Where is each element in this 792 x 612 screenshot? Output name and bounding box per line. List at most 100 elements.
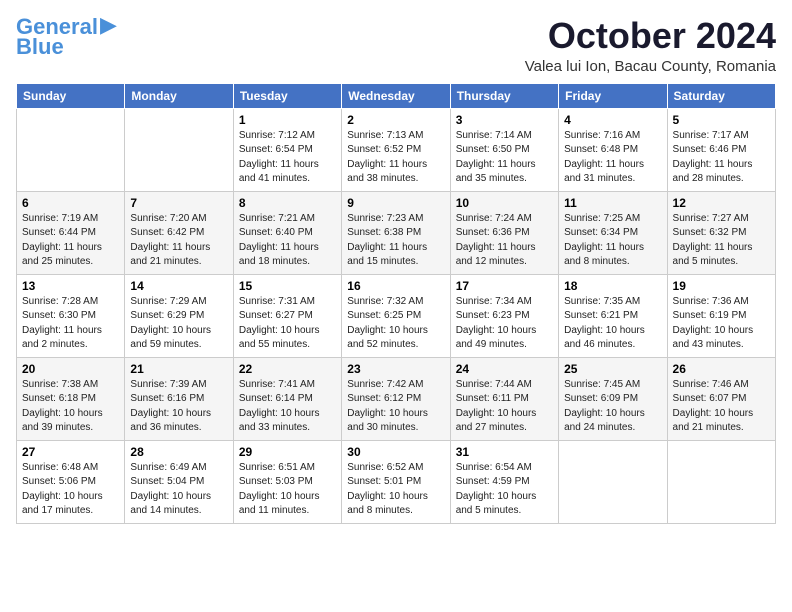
title-block: October 2024 Valea lui Ion, Bacau County… bbox=[525, 16, 776, 75]
day-number: 8 bbox=[239, 196, 336, 210]
day-info: Sunrise: 7:35 AM Sunset: 6:21 PM Dayligh… bbox=[564, 295, 661, 353]
day-info: Sunrise: 7:31 AM Sunset: 6:27 PM Dayligh… bbox=[239, 295, 336, 353]
day-info: Sunrise: 6:49 AM Sunset: 5:04 PM Dayligh… bbox=[130, 461, 227, 519]
day-number: 24 bbox=[456, 362, 553, 376]
logo-blue-text: Blue bbox=[16, 36, 64, 58]
calendar-cell: 11 Sunrise: 7:25 AM Sunset: 6:34 PM Dayli… bbox=[559, 191, 667, 274]
calendar-cell: 12 Sunrise: 7:27 AM Sunset: 6:32 PM Dayli… bbox=[667, 191, 775, 274]
day-number: 9 bbox=[347, 196, 444, 210]
day-number: 3 bbox=[456, 113, 553, 127]
calendar-cell: 27 Sunrise: 6:48 AM Sunset: 5:06 PM Dayli… bbox=[17, 440, 125, 523]
calendar-cell: 15 Sunrise: 7:31 AM Sunset: 6:27 PM Dayli… bbox=[233, 274, 341, 357]
calendar-cell: 6 Sunrise: 7:19 AM Sunset: 6:44 PM Daylig… bbox=[17, 191, 125, 274]
day-info: Sunrise: 6:54 AM Sunset: 4:59 PM Dayligh… bbox=[456, 461, 553, 519]
calendar-cell: 16 Sunrise: 7:32 AM Sunset: 6:25 PM Dayli… bbox=[342, 274, 450, 357]
calendar-cell: 20 Sunrise: 7:38 AM Sunset: 6:18 PM Dayli… bbox=[17, 357, 125, 440]
calendar-week-1: 1Sunrise: 7:12 AM Sunset: 6:54 PM Daylig… bbox=[17, 108, 776, 191]
calendar-cell: 23Sunrise: 7:42 AM Sunset: 6:12 PM Dayli… bbox=[342, 357, 450, 440]
calendar-week-5: 27 Sunrise: 6:48 AM Sunset: 5:06 PM Dayli… bbox=[17, 440, 776, 523]
day-info: Sunrise: 7:23 AM Sunset: 6:38 PM Dayligh… bbox=[347, 212, 444, 270]
day-number: 2 bbox=[347, 113, 444, 127]
day-number: 5 bbox=[673, 113, 770, 127]
header-wednesday: Wednesday bbox=[342, 83, 450, 108]
day-info: Sunrise: 7:24 AM Sunset: 6:36 PM Dayligh… bbox=[456, 212, 553, 270]
calendar-cell: 1Sunrise: 7:12 AM Sunset: 6:54 PM Daylig… bbox=[233, 108, 341, 191]
day-info: Sunrise: 7:27 AM Sunset: 6:32 PM Dayligh… bbox=[673, 212, 770, 270]
calendar-cell bbox=[125, 108, 233, 191]
calendar-week-3: 13Sunrise: 7:28 AM Sunset: 6:30 PM Dayli… bbox=[17, 274, 776, 357]
day-number: 18 bbox=[564, 279, 661, 293]
day-info: Sunrise: 7:21 AM Sunset: 6:40 PM Dayligh… bbox=[239, 212, 336, 270]
day-info: Sunrise: 7:25 AM Sunset: 6:34 PM Dayligh… bbox=[564, 212, 661, 270]
calendar-cell: 2 Sunrise: 7:13 AM Sunset: 6:52 PM Daylig… bbox=[342, 108, 450, 191]
day-info: Sunrise: 7:41 AM Sunset: 6:14 PM Dayligh… bbox=[239, 378, 336, 436]
page-header: General ▶ Blue October 2024 Valea lui Io… bbox=[16, 16, 776, 75]
calendar-cell: 4Sunrise: 7:16 AM Sunset: 6:48 PM Daylig… bbox=[559, 108, 667, 191]
day-number: 19 bbox=[673, 279, 770, 293]
day-info: Sunrise: 7:44 AM Sunset: 6:11 PM Dayligh… bbox=[456, 378, 553, 436]
calendar-cell: 25Sunrise: 7:45 AM Sunset: 6:09 PM Dayli… bbox=[559, 357, 667, 440]
day-info: Sunrise: 7:39 AM Sunset: 6:16 PM Dayligh… bbox=[130, 378, 227, 436]
calendar-cell: 21 Sunrise: 7:39 AM Sunset: 6:16 PM Dayli… bbox=[125, 357, 233, 440]
day-info: Sunrise: 7:20 AM Sunset: 6:42 PM Dayligh… bbox=[130, 212, 227, 270]
day-number: 12 bbox=[673, 196, 770, 210]
calendar-header: Sunday Monday Tuesday Wednesday Thursday… bbox=[17, 83, 776, 108]
calendar-cell: 8 Sunrise: 7:21 AM Sunset: 6:40 PM Daylig… bbox=[233, 191, 341, 274]
header-tuesday: Tuesday bbox=[233, 83, 341, 108]
day-number: 31 bbox=[456, 445, 553, 459]
calendar-cell: 7Sunrise: 7:20 AM Sunset: 6:42 PM Daylig… bbox=[125, 191, 233, 274]
calendar-cell bbox=[559, 440, 667, 523]
day-number: 29 bbox=[239, 445, 336, 459]
day-number: 14 bbox=[130, 279, 227, 293]
header-monday: Monday bbox=[125, 83, 233, 108]
header-row: Sunday Monday Tuesday Wednesday Thursday… bbox=[17, 83, 776, 108]
calendar-cell: 31 Sunrise: 6:54 AM Sunset: 4:59 PM Dayli… bbox=[450, 440, 558, 523]
day-info: Sunrise: 7:28 AM Sunset: 6:30 PM Dayligh… bbox=[22, 295, 119, 353]
calendar-week-4: 20 Sunrise: 7:38 AM Sunset: 6:18 PM Dayli… bbox=[17, 357, 776, 440]
month-title: October 2024 bbox=[525, 16, 776, 56]
day-number: 25 bbox=[564, 362, 661, 376]
day-number: 17 bbox=[456, 279, 553, 293]
day-info: Sunrise: 7:36 AM Sunset: 6:19 PM Dayligh… bbox=[673, 295, 770, 353]
calendar-cell: 22 Sunrise: 7:41 AM Sunset: 6:14 PM Dayli… bbox=[233, 357, 341, 440]
day-number: 26 bbox=[673, 362, 770, 376]
day-number: 28 bbox=[130, 445, 227, 459]
header-thursday: Thursday bbox=[450, 83, 558, 108]
day-number: 15 bbox=[239, 279, 336, 293]
calendar-table: Sunday Monday Tuesday Wednesday Thursday… bbox=[16, 83, 776, 524]
day-info: Sunrise: 7:13 AM Sunset: 6:52 PM Dayligh… bbox=[347, 129, 444, 187]
calendar-cell: 17 Sunrise: 7:34 AM Sunset: 6:23 PM Dayli… bbox=[450, 274, 558, 357]
logo-bird-icon: ▶ bbox=[100, 12, 117, 38]
day-number: 20 bbox=[22, 362, 119, 376]
day-info: Sunrise: 6:48 AM Sunset: 5:06 PM Dayligh… bbox=[22, 461, 119, 519]
day-info: Sunrise: 7:34 AM Sunset: 6:23 PM Dayligh… bbox=[456, 295, 553, 353]
day-info: Sunrise: 7:42 AM Sunset: 6:12 PM Dayligh… bbox=[347, 378, 444, 436]
calendar-cell: 13Sunrise: 7:28 AM Sunset: 6:30 PM Dayli… bbox=[17, 274, 125, 357]
calendar-cell: 14 Sunrise: 7:29 AM Sunset: 6:29 PM Dayli… bbox=[125, 274, 233, 357]
day-number: 10 bbox=[456, 196, 553, 210]
calendar-cell: 26 Sunrise: 7:46 AM Sunset: 6:07 PM Dayli… bbox=[667, 357, 775, 440]
day-number: 22 bbox=[239, 362, 336, 376]
day-info: Sunrise: 7:29 AM Sunset: 6:29 PM Dayligh… bbox=[130, 295, 227, 353]
day-number: 1 bbox=[239, 113, 336, 127]
day-info: Sunrise: 7:17 AM Sunset: 6:46 PM Dayligh… bbox=[673, 129, 770, 187]
day-number: 30 bbox=[347, 445, 444, 459]
day-number: 21 bbox=[130, 362, 227, 376]
header-saturday: Saturday bbox=[667, 83, 775, 108]
day-info: Sunrise: 7:38 AM Sunset: 6:18 PM Dayligh… bbox=[22, 378, 119, 436]
day-number: 27 bbox=[22, 445, 119, 459]
day-info: Sunrise: 6:52 AM Sunset: 5:01 PM Dayligh… bbox=[347, 461, 444, 519]
day-number: 6 bbox=[22, 196, 119, 210]
day-number: 16 bbox=[347, 279, 444, 293]
day-number: 11 bbox=[564, 196, 661, 210]
calendar-cell: 28 Sunrise: 6:49 AM Sunset: 5:04 PM Dayli… bbox=[125, 440, 233, 523]
day-info: Sunrise: 7:32 AM Sunset: 6:25 PM Dayligh… bbox=[347, 295, 444, 353]
calendar-cell: 10 Sunrise: 7:24 AM Sunset: 6:36 PM Dayli… bbox=[450, 191, 558, 274]
calendar-cell bbox=[667, 440, 775, 523]
location-text: Valea lui Ion, Bacau County, Romania bbox=[525, 58, 776, 75]
calendar-cell: 9 Sunrise: 7:23 AM Sunset: 6:38 PM Daylig… bbox=[342, 191, 450, 274]
calendar-cell: 18 Sunrise: 7:35 AM Sunset: 6:21 PM Dayli… bbox=[559, 274, 667, 357]
day-info: Sunrise: 7:19 AM Sunset: 6:44 PM Dayligh… bbox=[22, 212, 119, 270]
calendar-cell: 30 Sunrise: 6:52 AM Sunset: 5:01 PM Dayli… bbox=[342, 440, 450, 523]
day-info: Sunrise: 7:46 AM Sunset: 6:07 PM Dayligh… bbox=[673, 378, 770, 436]
